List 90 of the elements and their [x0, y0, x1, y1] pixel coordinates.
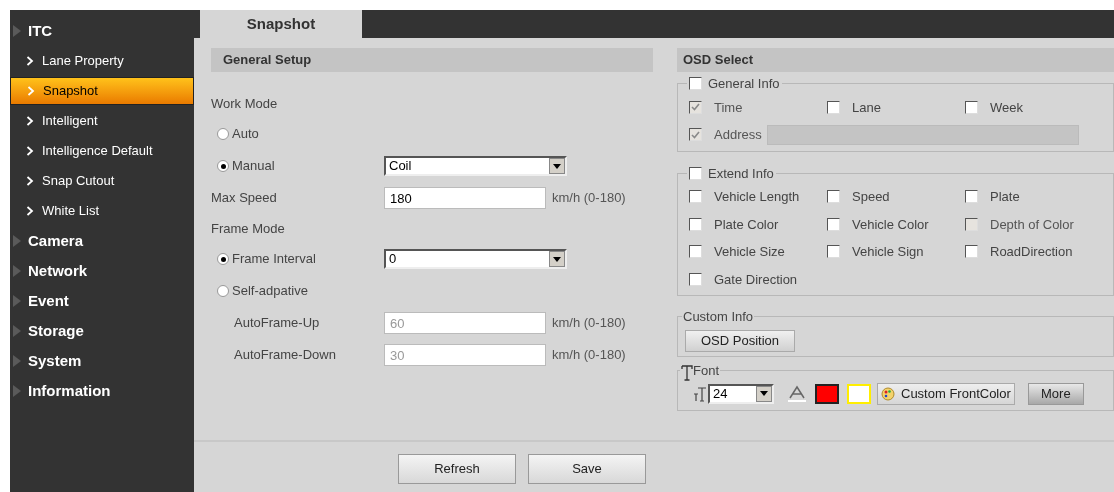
chevron-icon	[26, 206, 34, 216]
sidebar-group[interactable]: Information	[28, 379, 111, 403]
checkbox-label: Plate	[990, 188, 1020, 206]
radio-label: Manual	[232, 157, 275, 176]
checkbox[interactable]	[965, 100, 978, 114]
dropdown[interactable]: 0	[384, 249, 567, 269]
radio-label: Self-adpative	[232, 282, 308, 301]
checkbox-label: Gate Direction	[714, 270, 798, 289]
checkbox-label: Speed	[852, 188, 890, 206]
radio-label: Auto	[232, 125, 259, 144]
chevron-icon	[27, 86, 35, 96]
tab[interactable]: Snapshot	[200, 10, 362, 38]
input-field[interactable]: 180	[384, 187, 546, 209]
sidebar-item[interactable]: Intelligence Default	[10, 136, 194, 166]
sidebar-group[interactable]: System	[28, 349, 82, 373]
sidebar-item[interactable]: Lane Property	[10, 46, 194, 76]
checkbox[interactable]	[965, 190, 978, 204]
checkbox[interactable]	[689, 272, 702, 286]
checkbox-label: Depth of Color	[990, 215, 1074, 234]
field-label: Work Mode	[211, 94, 278, 113]
osd-position-button[interactable]: OSD Position	[685, 329, 796, 352]
group-label: General Info	[708, 75, 780, 93]
dropdown[interactable]: 24	[708, 383, 774, 404]
group-label: Custom Info	[683, 309, 754, 324]
sidebar-group[interactable]: Network	[28, 259, 88, 283]
checkbox-label: RoadDirection	[990, 243, 1073, 261]
chevron-icon	[26, 176, 34, 186]
checkbox[interactable]	[689, 217, 702, 231]
section-header: OSD Select	[677, 48, 1114, 72]
radio-button[interactable]	[217, 253, 229, 265]
palette-icon	[881, 386, 895, 401]
checkbox-label: Plate Color	[714, 215, 779, 234]
checkbox[interactable]	[827, 100, 840, 114]
checkbox[interactable]	[827, 245, 840, 259]
checkbox[interactable]	[689, 245, 702, 259]
font-size-icon	[693, 385, 707, 402]
color-swatch[interactable]	[815, 383, 839, 404]
checkbox-label: Vehicle Size	[714, 243, 785, 261]
custom-color-button[interactable]: Custom FrontColor	[877, 382, 1015, 405]
checkbox-label: Week	[990, 98, 1023, 117]
chevron-icon	[26, 146, 34, 156]
triangle-icon	[12, 294, 22, 308]
checkbox[interactable]	[689, 77, 702, 91]
unit-label: km/h (0-180)	[551, 314, 626, 333]
triangle-icon	[12, 324, 22, 338]
sidebar-group[interactable]: Camera	[28, 229, 84, 253]
radio-button[interactable]	[217, 285, 229, 297]
unit-label: km/h (0-180)	[551, 189, 626, 208]
group-label: Extend Info	[708, 164, 774, 183]
sidebar-item[interactable]: White List	[10, 196, 194, 226]
field-label: AutoFrame-Down	[233, 346, 337, 365]
checkbox[interactable]	[689, 166, 702, 180]
checkbox-label: Vehicle Sign	[852, 243, 924, 261]
section-header: General Setup	[211, 48, 653, 72]
font-color-icon	[787, 384, 807, 403]
group-label: Font	[693, 362, 719, 380]
chevron-icon	[26, 116, 34, 126]
sidebar-item[interactable]: Snap Cutout	[10, 166, 194, 196]
radio-button[interactable]	[217, 160, 229, 172]
font-icon	[681, 364, 693, 381]
checkbox-label: Time	[714, 98, 743, 117]
dropdown[interactable]: Coil	[384, 156, 567, 176]
checkbox-label: Vehicle Length	[714, 188, 800, 206]
checkbox[interactable]	[689, 190, 702, 204]
triangle-icon	[12, 234, 22, 248]
radio-label: Frame Interval	[232, 250, 316, 269]
checkbox[interactable]	[827, 190, 840, 204]
action-button[interactable]: Refresh	[398, 454, 516, 484]
sidebar-item[interactable]: Snapshot	[10, 77, 194, 105]
sidebar-group[interactable]: ITC	[28, 19, 53, 43]
field-label: Max Speed	[211, 189, 278, 208]
sidebar-group[interactable]: Event	[28, 289, 69, 313]
action-button[interactable]: Save	[528, 454, 646, 484]
triangle-icon	[12, 384, 22, 398]
unit-label: km/h (0-180)	[551, 346, 626, 365]
triangle-icon	[12, 354, 22, 368]
triangle-icon	[12, 264, 22, 278]
field-label: Frame Mode	[211, 219, 285, 238]
checkbox[interactable]	[827, 217, 840, 231]
radio-button[interactable]	[217, 128, 229, 140]
triangle-icon	[12, 24, 22, 38]
chevron-icon	[26, 56, 34, 66]
checkbox-label: Vehicle Color	[852, 215, 929, 234]
sidebar-group[interactable]: Storage	[28, 319, 84, 343]
checkbox-label: Lane	[852, 98, 881, 117]
checkbox[interactable]	[965, 245, 978, 259]
sidebar-item[interactable]: Intelligent	[10, 106, 194, 136]
more-button[interactable]: More	[1027, 382, 1084, 405]
field-label: AutoFrame-Up	[233, 314, 321, 333]
checkbox-label: Address	[714, 126, 762, 144]
